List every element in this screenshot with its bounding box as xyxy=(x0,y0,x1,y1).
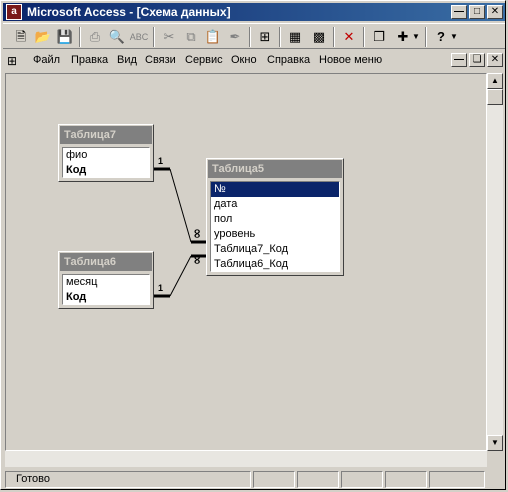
close-button[interactable]: ✕ xyxy=(487,5,503,19)
relation-many-label: ∞ xyxy=(190,228,205,239)
new-icon[interactable]: 🗎 xyxy=(11,27,31,47)
print-icon[interactable]: ⎙ xyxy=(85,27,105,47)
document-caption-buttons: — ❏ ✕ xyxy=(449,53,503,67)
field-list[interactable]: месяц Код xyxy=(62,274,150,305)
toolbar-separator xyxy=(363,27,365,47)
status-cell xyxy=(341,471,383,488)
table-title[interactable]: Таблица5 xyxy=(208,160,342,178)
field-kod[interactable]: Код xyxy=(63,290,149,305)
show-table-icon[interactable]: ⊞ xyxy=(255,27,275,47)
access-app-icon[interactable]: a xyxy=(6,4,22,20)
table-tablica5[interactable]: Таблица5 № дата пол уровень Таблица7_Код… xyxy=(206,158,344,276)
menu-view[interactable]: Вид xyxy=(117,54,137,66)
help-dropdown-icon[interactable]: ▼ xyxy=(449,27,459,47)
window-title: Microsoft Access - [Схема данных] xyxy=(27,5,231,19)
menu-relations[interactable]: Связи xyxy=(145,54,176,66)
table-title[interactable]: Таблица6 xyxy=(60,253,152,271)
table-title[interactable]: Таблица7 xyxy=(60,126,152,144)
spelling-icon[interactable]: ABC xyxy=(129,27,149,47)
scroll-thumb[interactable] xyxy=(487,89,503,105)
show-all-icon[interactable]: ▩ xyxy=(309,27,329,47)
copy-icon[interactable]: ⧉ xyxy=(181,27,201,47)
status-bar: Готово xyxy=(3,470,505,489)
menu-help[interactable]: Справка xyxy=(267,54,310,66)
field-uroven[interactable]: уровень xyxy=(211,227,339,242)
caption-buttons: — □ ✕ xyxy=(449,5,503,19)
open-icon[interactable]: 📂 xyxy=(33,27,53,47)
menu-window[interactable]: Окно xyxy=(231,54,257,66)
field-list[interactable]: № дата пол уровень Таблица7_Код Таблица6… xyxy=(210,181,340,272)
toolbar-separator xyxy=(279,27,281,47)
relation-many-label: ∞ xyxy=(190,254,205,265)
field-pol[interactable]: пол xyxy=(211,212,339,227)
print-preview-icon[interactable]: 🔍 xyxy=(107,27,127,47)
relationships-canvas[interactable]: 1 1 ∞ ∞ Таблица7 фио Код Таблица6 месяц … xyxy=(5,73,487,451)
toolbar-separator xyxy=(249,27,251,47)
cut-icon[interactable]: ✂ xyxy=(159,27,179,47)
field-data[interactable]: дата xyxy=(211,197,339,212)
status-cell xyxy=(297,471,339,488)
field-tablica6-kod[interactable]: Таблица6_Код xyxy=(211,257,339,272)
toolbar-separator xyxy=(333,27,335,47)
save-icon[interactable]: 💾 xyxy=(55,27,75,47)
help-icon[interactable]: ? xyxy=(431,27,451,47)
relationships-window-icon[interactable]: ⊞ xyxy=(7,53,23,69)
menu-edit[interactable]: Правка xyxy=(71,54,108,66)
menu-file[interactable]: Файл xyxy=(33,54,60,66)
relation-line[interactable] xyxy=(169,168,192,243)
field-number[interactable]: № xyxy=(211,182,339,197)
field-list[interactable]: фио Код xyxy=(62,147,150,178)
new-object-icon[interactable]: ✚ xyxy=(393,27,413,47)
relation-one-label: 1 xyxy=(158,283,163,293)
status-cell xyxy=(429,471,485,488)
delete-icon[interactable]: ✕ xyxy=(339,27,359,47)
doc-minimize-button[interactable]: — xyxy=(451,53,467,67)
field-mesyats[interactable]: месяц xyxy=(63,275,149,290)
menu-tools[interactable]: Сервис xyxy=(185,54,223,66)
toolbar-separator xyxy=(153,27,155,47)
minimize-button[interactable]: — xyxy=(451,5,467,19)
field-fio[interactable]: фио xyxy=(63,148,149,163)
status-cell xyxy=(385,471,427,488)
status-cell xyxy=(253,471,295,488)
menu-bar: ⊞ Файл Правка Вид Связи Сервис Окно Спра… xyxy=(3,51,505,71)
scroll-down-button[interactable]: ▼ xyxy=(487,435,503,451)
title-bar[interactable]: a Microsoft Access - [Схема данных] — □ ✕ xyxy=(3,3,505,21)
field-kod[interactable]: Код xyxy=(63,163,149,178)
scroll-up-button[interactable]: ▲ xyxy=(487,73,503,89)
relation-line[interactable] xyxy=(169,255,192,297)
maximize-button[interactable]: □ xyxy=(469,5,485,19)
application-window: a Microsoft Access - [Схема данных] — □ ✕ … xyxy=(0,0,506,490)
doc-close-button[interactable]: ✕ xyxy=(487,53,503,67)
table-tablica6[interactable]: Таблица6 месяц Код xyxy=(58,251,154,309)
table-tablica7[interactable]: Таблица7 фио Код xyxy=(58,124,154,182)
new-object-dropdown-icon[interactable]: ▼ xyxy=(411,27,421,47)
menu-new-menu[interactable]: Новое меню xyxy=(319,54,382,66)
vertical-scrollbar[interactable]: ▲ ▼ xyxy=(487,73,503,451)
paste-icon[interactable]: 📋 xyxy=(203,27,223,47)
toolbar-separator xyxy=(425,27,427,47)
format-painter-icon[interactable]: ✒ xyxy=(225,27,245,47)
standard-toolbar: 🗎 📂 💾 ⎙ 🔍 ABC ✂ ⧉ 📋 ✒ ⊞ ▦ ▩ ✕ ❐ ✚ ▼ ? ▼ xyxy=(3,23,505,49)
status-text: Готово xyxy=(5,471,251,488)
toolbar-separator xyxy=(79,27,81,47)
horizontal-scrollbar[interactable] xyxy=(5,451,487,467)
relation-one-label: 1 xyxy=(158,156,163,166)
field-tablica7-kod[interactable]: Таблица7_Код xyxy=(211,242,339,257)
show-direct-icon[interactable]: ▦ xyxy=(285,27,305,47)
database-window-icon[interactable]: ❐ xyxy=(369,27,389,47)
doc-restore-button[interactable]: ❏ xyxy=(469,53,485,67)
